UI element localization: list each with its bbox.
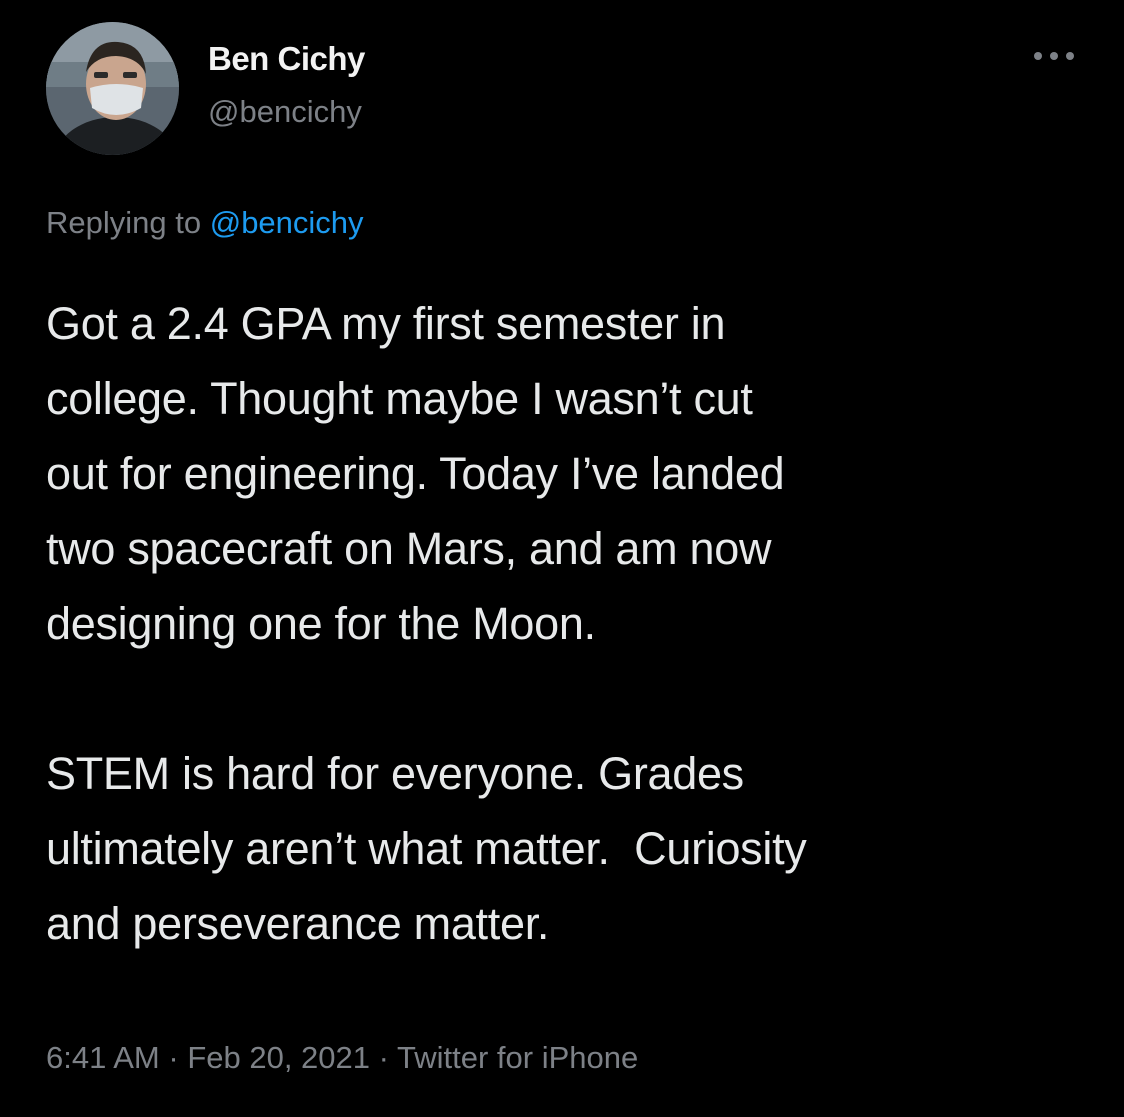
- author-handle[interactable]: @bencichy: [208, 94, 362, 130]
- meta-separator-2: ·: [370, 1040, 398, 1075]
- reply-mention-link[interactable]: @bencichy: [210, 205, 364, 240]
- tweet-time[interactable]: 6:41 AM: [46, 1040, 160, 1075]
- author-name[interactable]: Ben Cichy: [208, 40, 365, 78]
- more-icon[interactable]: [1030, 46, 1078, 66]
- meta-separator: ·: [159, 1040, 188, 1075]
- tweet-meta: 6:41 AM · Feb 20, 2021 · Twitter for iPh…: [46, 1040, 638, 1076]
- replying-prefix: Replying to: [46, 205, 210, 240]
- avatar[interactable]: [46, 22, 179, 155]
- tweet-date[interactable]: Feb 20, 2021: [187, 1040, 370, 1075]
- tweet-text: Got a 2.4 GPA my first semester in colle…: [46, 298, 807, 949]
- tweet: Ben Cichy @bencichy Replying to @bencich…: [0, 0, 1124, 1117]
- avatar-image: [46, 22, 179, 155]
- replying-to: Replying to @bencichy: [46, 205, 364, 241]
- tweet-source[interactable]: Twitter for iPhone: [397, 1040, 638, 1075]
